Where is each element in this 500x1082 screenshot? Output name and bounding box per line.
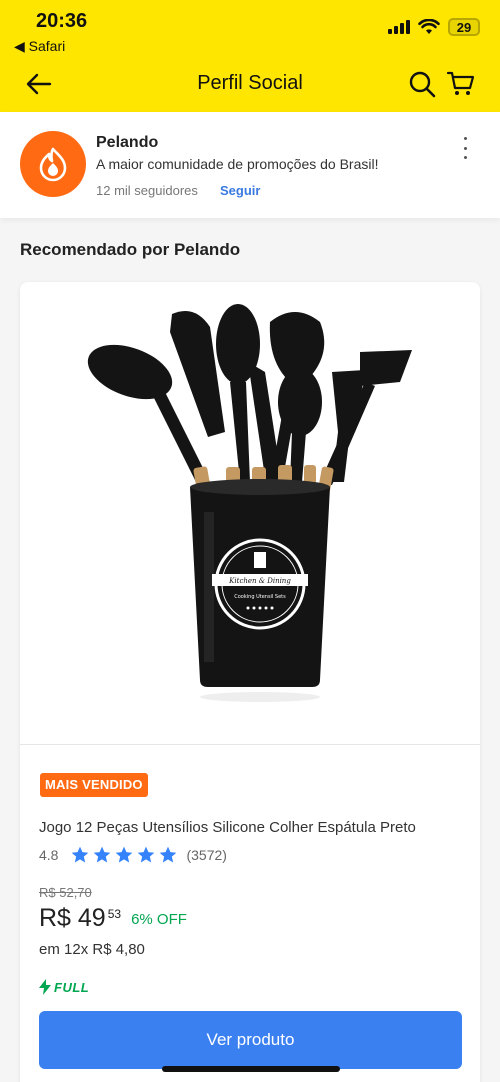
price-cents: 53 [107, 907, 122, 921]
star-icon [160, 846, 177, 863]
rating-stars [70, 845, 178, 865]
search-icon[interactable] [408, 70, 436, 98]
old-price: R$ 52,70 [39, 885, 92, 900]
price-main: R$ 49 [39, 904, 106, 932]
avatar[interactable] [20, 131, 86, 197]
star-icon [116, 846, 133, 863]
rating-count: (3572) [186, 847, 227, 863]
view-product-button[interactable]: Ver produto [39, 1011, 462, 1069]
flame-icon [39, 147, 67, 182]
battery-indicator: 29 [448, 18, 480, 36]
star-icon [72, 846, 89, 863]
more-vertical-icon[interactable] [458, 137, 472, 159]
wifi-icon [418, 19, 440, 34]
top-bar: 20:36 ◀ Safari 29 Perfil Social [0, 0, 500, 112]
image-label-2: Cooking Utensil Sets [234, 594, 286, 600]
signal-icon [388, 20, 410, 34]
profile-description: A maior comunidade de promoções do Brasi… [96, 156, 379, 172]
follow-button[interactable]: Seguir [220, 183, 260, 198]
full-label: FULL [54, 979, 90, 995]
rating-value: 4.8 [39, 847, 59, 863]
back-to-safari[interactable]: ◀ Safari [14, 38, 65, 55]
price-row: R$ 49 53 6% OFF [39, 904, 187, 933]
image-label-1: Kitchen & Dining [228, 577, 291, 585]
profile-header: Pelando A maior comunidade de promoções … [0, 112, 500, 218]
section-title: Recomendado por Pelando [20, 240, 241, 259]
followers-count: 12 mil seguidores [96, 183, 198, 198]
discount-label: 6% OFF [131, 911, 187, 928]
installments: em 12x R$ 4,80 [39, 941, 145, 958]
product-title[interactable]: Jogo 12 Peças Utensílios Silicone Colher… [39, 819, 416, 836]
profile-name: Pelando [96, 134, 159, 151]
product-card[interactable]: Kitchen & Dining Cooking Utensil Sets MA… [20, 282, 480, 1082]
lightning-icon [39, 979, 51, 995]
status-icons: 29 [388, 18, 480, 36]
home-indicator [162, 1066, 340, 1072]
star-icon [94, 846, 111, 863]
status-time: 20:36 [36, 10, 88, 32]
rating-row: 4.8 (3572) [39, 845, 227, 865]
product-image[interactable]: Kitchen & Dining Cooking Utensil Sets [20, 282, 480, 744]
full-shipping-badge: FULL [39, 979, 89, 995]
card-divider [20, 744, 480, 745]
star-icon [138, 846, 155, 863]
best-seller-badge: MAIS VENDIDO [40, 773, 148, 797]
cart-icon[interactable] [446, 68, 476, 98]
